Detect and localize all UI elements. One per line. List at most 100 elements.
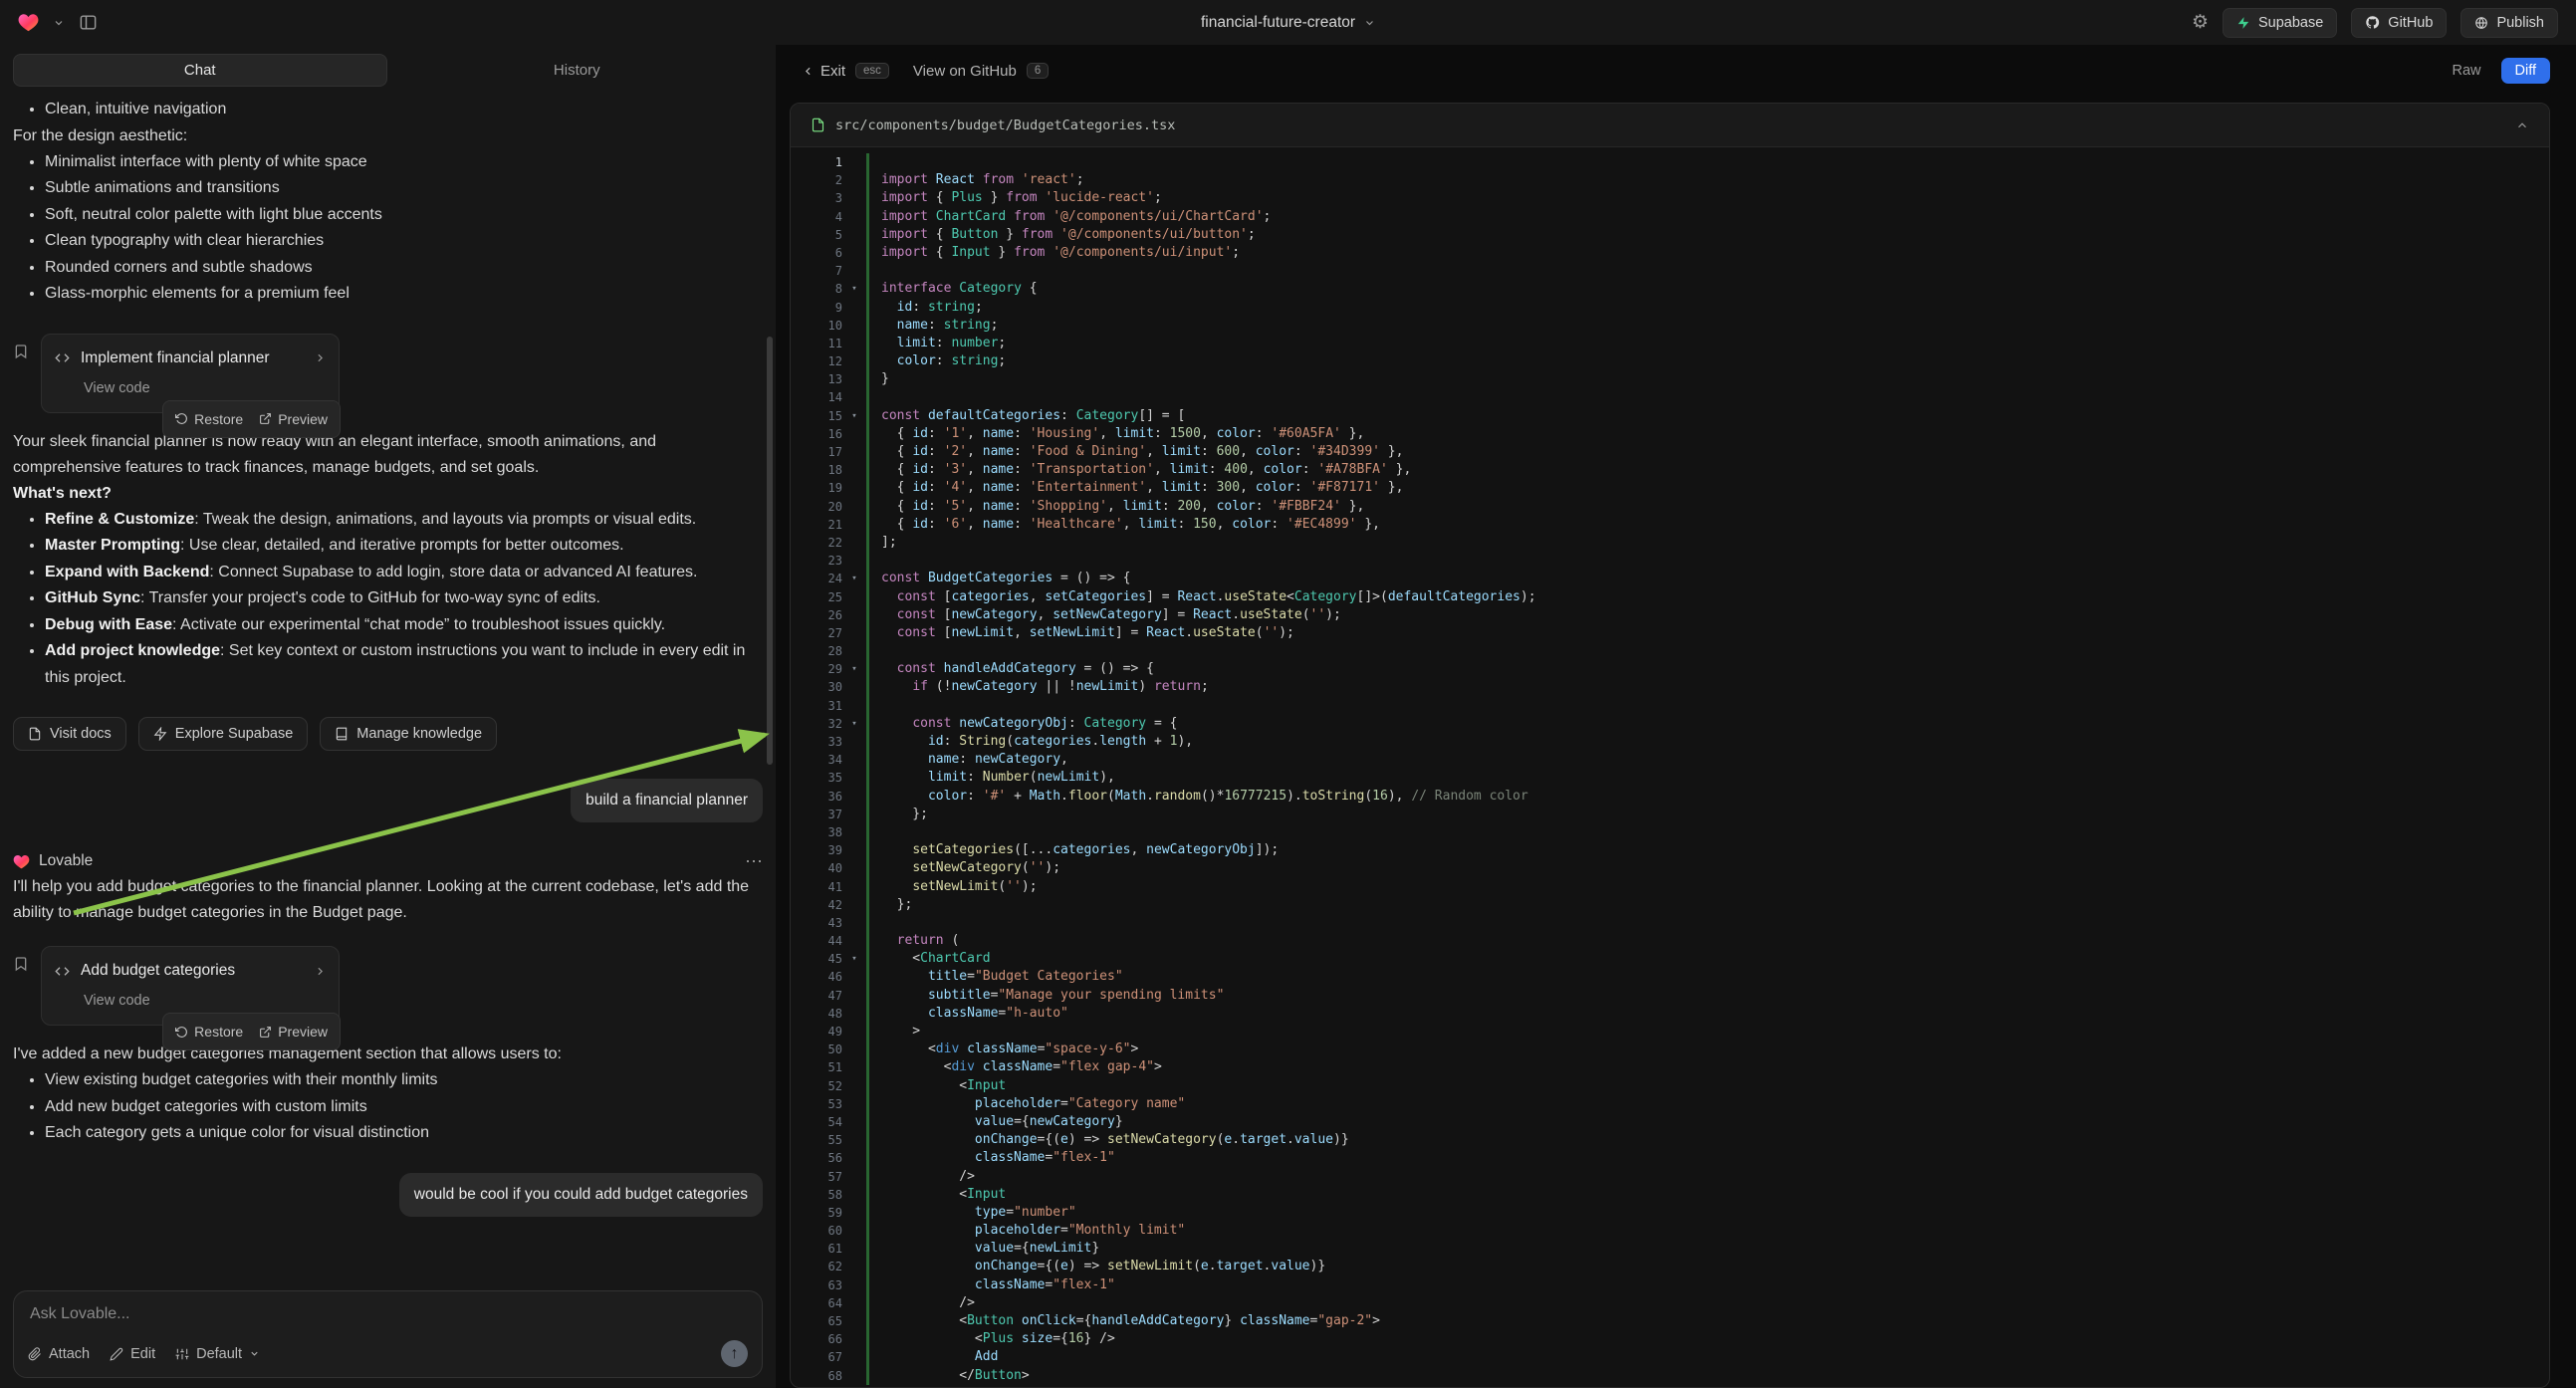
tab-history[interactable]: History [391,54,764,87]
raw-toggle-button[interactable]: Raw [2446,62,2486,80]
fold-chevron-icon[interactable]: ▾ [842,570,866,587]
code-line: 65 <Button onClick={handleAddCategory} c… [791,1312,2549,1330]
code-line: 12 color: string; [791,352,2549,370]
message-more-icon[interactable]: ⋯ [745,848,763,874]
lovable-logo-heart-icon[interactable] [18,13,39,32]
fold-chevron-icon [842,769,866,787]
bookmark-icon[interactable] [13,344,29,359]
fold-chevron-icon [842,1312,866,1330]
code-line: 3import { Plus } from 'lucide-react'; [791,189,2549,207]
restore-button[interactable]: Restore [175,1019,243,1044]
fold-chevron-icon[interactable]: ▾ [842,950,866,968]
globe-icon [2474,16,2488,30]
workspace-chevron-down-icon[interactable] [53,17,65,29]
code-line: 40 setNewCategory(''); [791,859,2549,877]
fold-chevron-icon[interactable]: ▾ [842,280,866,298]
github-button[interactable]: GitHub [2351,8,2447,38]
code-line: 57 /> [791,1168,2549,1186]
code-line: 8▾interface Category { [791,280,2549,298]
fold-chevron-icon [842,516,866,534]
chevron-down-icon [249,1348,260,1359]
version-card-toolbar: Restore Preview [162,400,341,438]
fold-chevron-icon [842,733,866,751]
preview-button[interactable]: Preview [259,1019,328,1044]
code-editor[interactable]: 12import React from 'react';3import { Pl… [791,147,2549,1385]
code-line: 2import React from 'react'; [791,171,2549,189]
exit-button[interactable]: Exit [802,63,845,80]
restore-button[interactable]: Restore [175,406,243,432]
fold-chevron-icon [842,1095,866,1113]
explore-supabase-button[interactable]: Explore Supabase [138,717,309,751]
fold-chevron-icon [842,317,866,335]
attach-button[interactable]: Attach [28,1346,90,1362]
bookmark-icon[interactable] [13,956,29,972]
settings-gear-icon[interactable]: ⚙ [2192,11,2209,34]
esc-key-badge: esc [855,63,889,79]
file-header[interactable]: src/components/budget/BudgetCategories.t… [791,104,2549,147]
fold-chevron-icon[interactable]: ▾ [842,660,866,678]
design-heading: For the design aesthetic: [13,123,763,149]
code-line: 44 return ( [791,932,2549,950]
assistant-intro-paragraph: I'll help you add budget categories to t… [13,874,763,926]
lovable-avatar-heart-icon [13,854,30,869]
fold-chevron-icon[interactable]: ▾ [842,715,866,733]
manage-knowledge-button[interactable]: Manage knowledge [320,717,497,751]
version-card-title: Add budget categories [81,958,304,984]
supabase-button[interactable]: Supabase [2223,8,2337,38]
view-on-github-link[interactable]: View on GitHub [913,63,1017,80]
send-button[interactable]: ↑ [721,1340,748,1367]
fold-chevron-icon [842,153,866,171]
publish-button[interactable]: Publish [2460,8,2558,38]
edit-button[interactable]: Edit [110,1346,155,1362]
fold-chevron-icon [842,171,866,189]
fold-chevron-icon [842,806,866,823]
code-line: 34 name: newCategory, [791,751,2549,769]
code-line: 19 { id: '4', name: 'Entertainment', lim… [791,479,2549,497]
preview-button[interactable]: Preview [259,406,328,432]
version-card-header[interactable]: Implement financial planner [54,346,327,371]
code-panel-header: Exit esc View on GitHub 6 Raw Diff [776,45,2576,97]
fold-chevron-icon [842,624,866,642]
collapse-chevron-up-icon[interactable] [2515,118,2529,132]
main-split: Chat History Clean, intuitive navigation… [0,45,2576,1388]
chat-input[interactable] [28,1304,748,1324]
tab-chat[interactable]: Chat [13,54,387,87]
document-icon [28,727,42,741]
fold-chevron-icon [842,823,866,841]
code-line: 16 { id: '1', name: 'Housing', limit: 15… [791,425,2549,443]
fold-chevron-icon [842,262,866,280]
view-code-link[interactable]: View code [84,988,327,1014]
version-row: Add budget categories View code Restore [13,946,763,1026]
code-line: 54 value={newCategory} [791,1113,2549,1131]
mode-select[interactable]: Default [175,1346,260,1362]
code-line: 64 /> [791,1294,2549,1312]
fold-chevron-icon [842,932,866,950]
sidebar-toggle-icon[interactable] [79,13,98,32]
project-name: financial-future-creator [1201,14,1355,32]
chevron-right-icon [314,965,327,978]
code-line: 18 { id: '3', name: 'Transportation', li… [791,461,2549,479]
version-card[interactable]: Add budget categories View code Restore [41,946,340,1026]
fold-chevron-icon[interactable]: ▾ [842,407,866,425]
version-card[interactable]: Implement financial planner View code Re… [41,334,340,413]
code-line: 9 id: string; [791,299,2549,317]
visit-docs-button[interactable]: Visit docs [13,717,126,751]
diff-toggle-button[interactable]: Diff [2501,58,2551,84]
knowledge-book-icon [335,727,349,741]
code-line: 47 subtitle="Manage your spending limits… [791,987,2549,1005]
fold-chevron-icon [842,606,866,624]
version-card-header[interactable]: Add budget categories [54,958,327,984]
fold-chevron-icon [842,1330,866,1348]
design-bullet-item: Soft, neutral color palette with light b… [45,202,763,229]
view-code-link[interactable]: View code [84,375,327,401]
project-switcher[interactable]: financial-future-creator [1201,14,1375,32]
fold-chevron-icon [842,588,866,606]
file-path: src/components/budget/BudgetCategories.t… [835,117,2505,133]
code-line: 41 setNewLimit(''); [791,878,2549,896]
code-line: 60 placeholder="Monthly limit" [791,1222,2549,1240]
fold-chevron-icon [842,1367,866,1385]
chat-scrollbar[interactable] [767,337,773,765]
fold-chevron-icon [842,678,866,696]
code-line: 62 onChange={(e) => setNewLimit(e.target… [791,1258,2549,1275]
code-line: 17 { id: '2', name: 'Food & Dining', lim… [791,443,2549,461]
